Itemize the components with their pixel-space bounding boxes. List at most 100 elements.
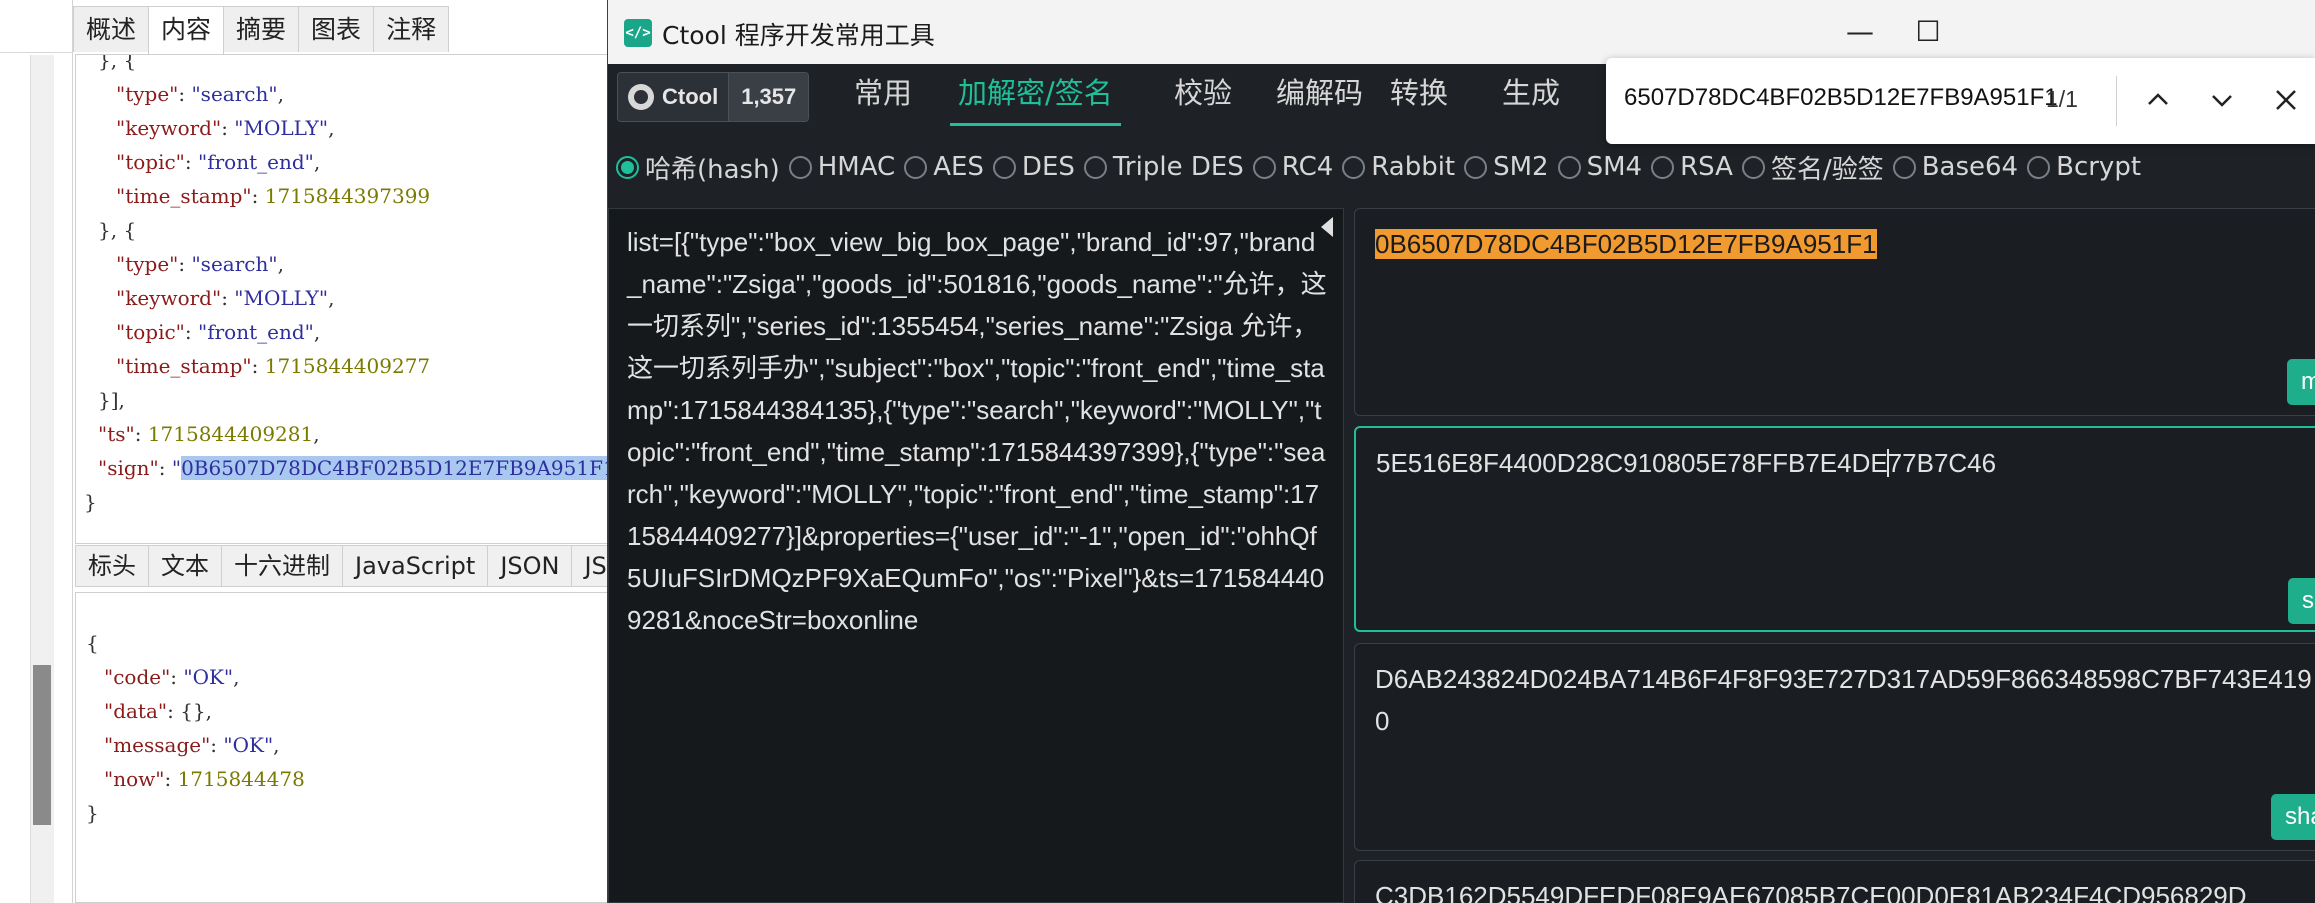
- radio-button[interactable]: [1083, 155, 1107, 179]
- json-line: "time_stamp": 1715844397399: [116, 184, 430, 208]
- json-token: :: [164, 767, 178, 791]
- algorithm-option[interactable]: DES: [992, 152, 1075, 182]
- nav-tab[interactable]: 生成: [1494, 64, 1568, 126]
- json-token: :: [251, 184, 265, 208]
- json-line: "type": "search",: [116, 82, 284, 106]
- algorithm-option[interactable]: AES: [904, 152, 984, 182]
- response-tab[interactable]: 十六进制: [222, 546, 343, 586]
- inspector-tab[interactable]: 概述: [73, 6, 150, 52]
- json-line: "type": "search",: [116, 252, 284, 276]
- algorithm-option[interactable]: 哈希(hash): [616, 149, 780, 186]
- json-token: : {},: [167, 699, 212, 723]
- radio-button[interactable]: [1557, 155, 1581, 179]
- response-tab[interactable]: 文本: [149, 546, 222, 586]
- json-token: "topic": [116, 150, 185, 174]
- json-token: "front_end": [198, 150, 314, 174]
- json-token: {: [86, 631, 99, 655]
- json-line: }, {: [98, 218, 136, 242]
- inspector-tab[interactable]: 图表: [298, 6, 375, 52]
- request-json-pane: }, { "type": "search", "keyword": "MOLLY",…: [75, 54, 620, 544]
- json-line: "time_stamp": 1715844409277: [116, 354, 430, 378]
- algorithm-option[interactable]: Rabbit: [1342, 152, 1455, 182]
- radio-button[interactable]: [1651, 155, 1675, 179]
- nav-tab[interactable]: 加解密/签名: [950, 64, 1121, 126]
- nav-tab[interactable]: 常用: [846, 64, 920, 126]
- find-input[interactable]: 6507D78DC4BF02B5D12E7FB9A951F1: [1624, 84, 2058, 112]
- chevron-down-icon: [2212, 95, 2232, 107]
- left-scrollbar-thumb[interactable]: [33, 665, 51, 825]
- algorithm-option-label: SM2: [1493, 152, 1549, 182]
- algorithm-option[interactable]: RC4: [1252, 152, 1333, 182]
- json-token: "search": [191, 82, 278, 106]
- algorithm-option[interactable]: Bcrypt: [2027, 152, 2141, 182]
- json-token: "type": [116, 252, 179, 276]
- nav-tab[interactable]: 转换: [1382, 64, 1456, 126]
- response-tab[interactable]: 标头: [76, 546, 149, 586]
- radio-button[interactable]: [1464, 155, 1488, 179]
- hash-value-tail: 77B7C46: [1887, 448, 1997, 478]
- nav-tab[interactable]: 校验: [1166, 64, 1240, 126]
- algorithm-option[interactable]: SM2: [1464, 152, 1549, 182]
- hash-output-text: C3DB162D5549DFEDF08E9AE67085B7CE00D0E81A…: [1375, 875, 2315, 903]
- json-token: ,: [273, 733, 280, 757]
- response-tab[interactable]: JavaScript: [343, 546, 489, 586]
- radio-button[interactable]: [1342, 155, 1366, 179]
- algorithm-option-label: AES: [933, 152, 984, 182]
- radio-button[interactable]: [1892, 155, 1916, 179]
- inspector-tab[interactable]: 内容: [148, 6, 225, 54]
- highlighted-sign-value: 0B6507D78DC4BF02B5D12E7FB9A951F1: [181, 456, 616, 480]
- json-token: "keyword": [116, 116, 222, 140]
- find-close-button[interactable]: [2264, 78, 2308, 122]
- json-token: ,: [277, 252, 284, 276]
- json-token: :: [184, 320, 198, 344]
- algorithm-option[interactable]: 签名/验签: [1741, 149, 1884, 186]
- radio-button[interactable]: [992, 155, 1016, 179]
- radio-button[interactable]: [616, 155, 639, 179]
- inspector-tab[interactable]: 注释: [373, 6, 450, 52]
- algorithm-option-label: DES: [1021, 152, 1075, 182]
- title-bar[interactable]: </> Ctool 程序开发常用工具 — ☐: [608, 0, 2315, 64]
- hash-output-box[interactable]: 5E516E8F4400D28C910805E78FFB7E4DE77B7C46…: [1354, 426, 2315, 632]
- radio-button[interactable]: [2027, 155, 2051, 179]
- left-inspector-app: 概述 内容 摘要 图表 注释 }, { "type": "search", "keyword…: [0, 0, 620, 903]
- json-token: ,: [313, 150, 321, 174]
- hash-output-box[interactable]: D6AB243824D024BA714B6F4F8F93E727D317AD59…: [1354, 643, 2315, 851]
- algorithm-option-label: Triple DES: [1112, 152, 1244, 182]
- json-token: "OK": [183, 665, 234, 689]
- find-next-button[interactable]: [2200, 78, 2244, 122]
- input-text: list=[{"type":"box_view_big_box_page","b…: [627, 227, 1327, 635]
- find-match-highlight: 0B6507D78DC4BF02B5D12E7FB9A951F1: [1375, 229, 1877, 259]
- github-badge[interactable]: Ctool 1,357: [617, 72, 810, 122]
- algorithm-option[interactable]: SM4: [1557, 152, 1642, 182]
- radio-button[interactable]: [1741, 155, 1765, 179]
- json-token: "MOLLY": [234, 116, 329, 140]
- json-token: 1715844397399: [264, 184, 431, 208]
- algorithm-option-label: 签名/验签: [1770, 154, 1884, 185]
- minimize-button[interactable]: —: [1840, 12, 1880, 52]
- algorithm-tag-button[interactable]: s: [2288, 578, 2315, 624]
- json-line: "topic": "front_end",: [116, 150, 320, 174]
- algorithm-tag-button[interactable]: sha: [2271, 794, 2315, 840]
- hash-output-box[interactable]: 0B6507D78DC4BF02B5D12E7FB9A951F1 m: [1354, 208, 2315, 416]
- json-token: :: [251, 354, 265, 378]
- algorithm-option-label: HMAC: [817, 152, 896, 182]
- response-tab[interactable]: JSON: [488, 546, 573, 586]
- radio-button[interactable]: [788, 155, 812, 179]
- algorithm-option[interactable]: RSA: [1651, 152, 1733, 182]
- radio-button[interactable]: [1252, 155, 1276, 179]
- maximize-button[interactable]: ☐: [1908, 12, 1948, 52]
- radio-button[interactable]: [904, 155, 928, 179]
- algorithm-option[interactable]: Triple DES: [1083, 152, 1244, 182]
- input-textarea[interactable]: list=[{"type":"box_view_big_box_page","b…: [608, 208, 1344, 903]
- nav-tab[interactable]: 编解码: [1268, 64, 1371, 126]
- json-line: "now": 1715844478: [104, 767, 305, 791]
- json-token: }: [86, 801, 99, 825]
- algorithm-tag-button[interactable]: m: [2287, 359, 2315, 405]
- inspector-tab[interactable]: 摘要: [223, 6, 300, 52]
- algorithm-option[interactable]: Base64: [1892, 152, 2018, 182]
- hash-output-box[interactable]: C3DB162D5549DFEDF08E9AE67085B7CE00D0E81A…: [1354, 860, 2315, 903]
- json-token: ,: [277, 82, 284, 106]
- algorithm-option[interactable]: HMAC: [788, 152, 896, 182]
- json-token: "time_stamp": [116, 184, 252, 208]
- find-previous-button[interactable]: [2136, 78, 2180, 122]
